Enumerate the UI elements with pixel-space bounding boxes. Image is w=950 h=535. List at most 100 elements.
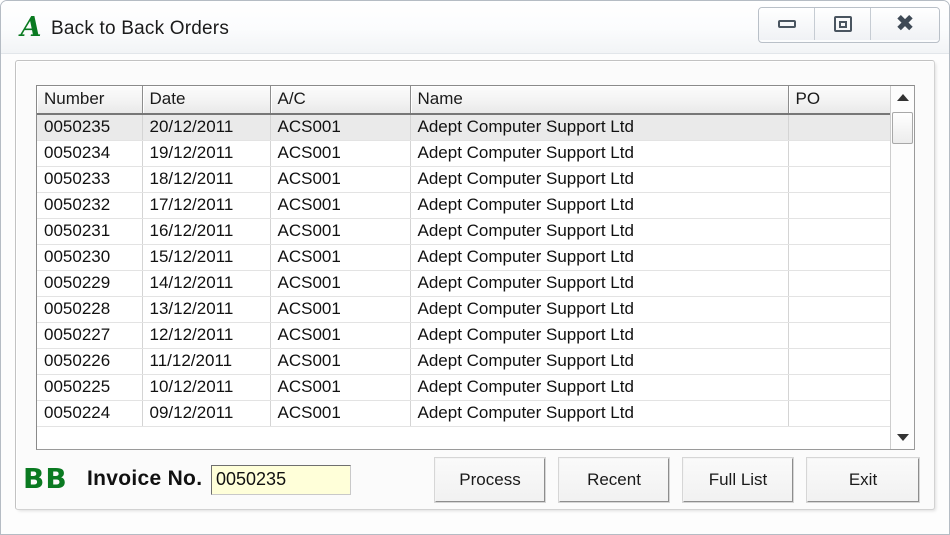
cell-po	[788, 296, 890, 323]
cell-name: Adept Computer Support Ltd	[410, 400, 789, 427]
cell-ac: ACS001	[270, 322, 411, 349]
cell-date: 14/12/2011	[142, 270, 271, 297]
table-header-row: Number Date A/C Name PO	[37, 86, 890, 115]
cell-name: Adept Computer Support Ltd	[410, 296, 789, 323]
maximize-button[interactable]	[815, 8, 871, 40]
table-row[interactable]: 0050229 14/12/2011 ACS001 Adept Computer Su…	[37, 270, 890, 297]
process-button[interactable]: Process	[435, 458, 545, 502]
cell-po	[788, 348, 890, 375]
cell-name: Adept Computer Support Ltd	[410, 270, 789, 297]
cell-po	[788, 218, 890, 245]
table-row[interactable]: 0050235 20/12/2011 ACS001 Adept Computer Su…	[37, 114, 890, 141]
cell-po	[788, 140, 890, 167]
cell-number: 0050232	[37, 192, 143, 219]
cell-number: 0050231	[37, 218, 143, 245]
cell-po	[788, 374, 890, 401]
cell-ac: ACS001	[270, 270, 411, 297]
cell-number: 0050224	[37, 400, 143, 427]
orders-table: Number Date A/C Name PO 0050235 20/12/201…	[37, 86, 890, 427]
cell-ac: ACS001	[270, 244, 411, 271]
table-row[interactable]: 0050233 18/12/2011 ACS001 Adept Computer Su…	[37, 166, 890, 193]
cell-date: 12/12/2011	[142, 322, 271, 349]
column-header-number[interactable]: Number	[37, 86, 143, 115]
cell-po	[788, 192, 890, 219]
cell-number: 0050235	[37, 114, 143, 141]
cell-ac: ACS001	[270, 114, 411, 141]
cell-number: 0050234	[37, 140, 143, 167]
table-body: 0050235 20/12/2011 ACS001 Adept Computer Su…	[37, 114, 890, 427]
cell-date: 09/12/2011	[142, 400, 271, 427]
application-window: A Back to Back Orders ✖ Number Date A/C …	[0, 0, 950, 535]
orders-grid-viewport: Number Date A/C Name PO 0050235 20/12/201…	[37, 86, 914, 449]
table-row[interactable]: 0050231 16/12/2011 ACS001 Adept Computer Su…	[37, 218, 890, 245]
table-row[interactable]: 0050227 12/12/2011 ACS001 Adept Computer Su…	[37, 322, 890, 349]
cell-number: 0050230	[37, 244, 143, 271]
scroll-up-arrow-icon	[896, 94, 909, 101]
cell-name: Adept Computer Support Ltd	[410, 322, 789, 349]
column-header-name[interactable]: Name	[410, 86, 789, 115]
scroll-up-button[interactable]	[891, 86, 914, 109]
cell-date: 15/12/2011	[142, 244, 271, 271]
cell-number: 0050229	[37, 270, 143, 297]
cell-date: 13/12/2011	[142, 296, 271, 323]
maximize-icon	[833, 16, 852, 32]
cell-date: 18/12/2011	[142, 166, 271, 193]
cell-ac: ACS001	[270, 218, 411, 245]
table-row[interactable]: 0050224 09/12/2011 ACS001 Adept Computer Su…	[37, 400, 890, 427]
window-controls: ✖	[758, 7, 940, 43]
cell-ac: ACS001	[270, 400, 411, 427]
cell-date: 11/12/2011	[142, 348, 271, 375]
table-row[interactable]: 0050225 10/12/2011 ACS001 Adept Computer Su…	[37, 374, 890, 401]
cell-po	[788, 166, 890, 193]
cell-date: 17/12/2011	[142, 192, 271, 219]
exit-button[interactable]: Exit	[807, 458, 919, 502]
cell-name: Adept Computer Support Ltd	[410, 114, 789, 141]
scroll-down-button[interactable]	[891, 426, 914, 449]
cell-number: 0050225	[37, 374, 143, 401]
cell-po	[788, 400, 890, 427]
back-to-back-logo: BB	[23, 462, 68, 495]
cell-po	[788, 114, 890, 141]
table-row[interactable]: 0050232 17/12/2011 ACS001 Adept Computer Su…	[37, 192, 890, 219]
cell-name: Adept Computer Support Ltd	[410, 374, 789, 401]
full-list-button[interactable]: Full List	[683, 458, 793, 502]
cell-name: Adept Computer Support Ltd	[410, 166, 789, 193]
cell-name: Adept Computer Support Ltd	[410, 140, 789, 167]
cell-date: 10/12/2011	[142, 374, 271, 401]
title-bar: A Back to Back Orders ✖	[1, 1, 949, 54]
cell-name: Adept Computer Support Ltd	[410, 218, 789, 245]
vertical-scrollbar[interactable]	[890, 86, 914, 449]
cell-po	[788, 244, 890, 271]
recent-button[interactable]: Recent	[559, 458, 669, 502]
column-header-ac[interactable]: A/C	[270, 86, 411, 115]
table-row[interactable]: 0050228 13/12/2011 ACS001 Adept Computer Su…	[37, 296, 890, 323]
cell-po	[788, 270, 890, 297]
cell-name: Adept Computer Support Ltd	[410, 244, 789, 271]
close-button[interactable]: ✖	[871, 8, 939, 40]
table-row[interactable]: 0050234 19/12/2011 ACS001 Adept Computer Su…	[37, 140, 890, 167]
cell-ac: ACS001	[270, 192, 411, 219]
cell-ac: ACS001	[270, 140, 411, 167]
scroll-down-arrow-icon	[896, 434, 909, 441]
cell-ac: ACS001	[270, 374, 411, 401]
cell-name: Adept Computer Support Ltd	[410, 192, 789, 219]
table-row[interactable]: 0050230 15/12/2011 ACS001 Adept Computer Su…	[37, 244, 890, 271]
cell-ac: ACS001	[270, 166, 411, 193]
window-title: Back to Back Orders	[51, 18, 230, 39]
app-logo-icon: A	[20, 12, 42, 43]
cell-date: 20/12/2011	[142, 114, 271, 141]
cell-ac: ACS001	[270, 348, 411, 375]
cell-number: 0050233	[37, 166, 143, 193]
invoice-no-label: Invoice No.	[87, 467, 203, 490]
minimize-button[interactable]	[759, 8, 815, 40]
scrollbar-thumb[interactable]	[892, 112, 913, 144]
cell-date: 19/12/2011	[142, 140, 271, 167]
cell-number: 0050228	[37, 296, 143, 323]
column-header-date[interactable]: Date	[142, 86, 271, 115]
cell-ac: ACS001	[270, 296, 411, 323]
cell-number: 0050227	[37, 322, 143, 349]
table-row[interactable]: 0050226 11/12/2011 ACS001 Adept Computer Su…	[37, 348, 890, 375]
cell-number: 0050226	[37, 348, 143, 375]
invoice-no-input[interactable]	[211, 465, 351, 495]
column-header-po[interactable]: PO	[788, 86, 890, 115]
